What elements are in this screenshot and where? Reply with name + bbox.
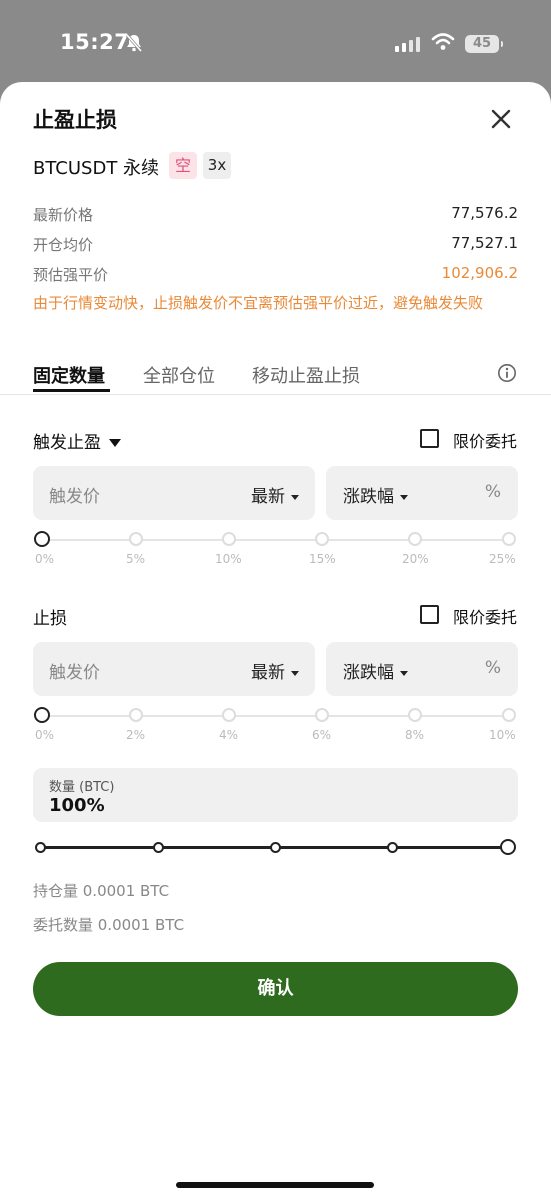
- slider-thumb[interactable]: [34, 707, 50, 723]
- slider-step[interactable]: [270, 842, 281, 853]
- sl-change-type-value: 涨跌幅: [343, 663, 394, 683]
- close-icon[interactable]: [488, 106, 514, 132]
- sl-price-type-select[interactable]: 最新: [251, 658, 299, 683]
- tp-trigger-placeholder: 触发价: [49, 487, 100, 507]
- wifi-icon: [431, 33, 455, 50]
- slider-tick-label: 4%: [219, 728, 239, 742]
- slider-step[interactable]: [315, 708, 329, 722]
- tab-trailing-tpsl[interactable]: 移动止盈止损: [252, 362, 360, 388]
- slider-step[interactable]: [222, 532, 236, 546]
- info-icon[interactable]: [497, 363, 517, 383]
- slider-track: [41, 539, 509, 541]
- liq-price-label: 预估强平价: [33, 266, 109, 284]
- slider-track: [41, 715, 509, 717]
- sl-limit-order-checkbox[interactable]: [420, 605, 439, 624]
- slider-tick-label: 2%: [126, 728, 146, 742]
- side-badge: 空: [169, 152, 197, 179]
- tp-percent-slider[interactable]: 0% 5% 10% 15% 20% 25%: [33, 530, 518, 566]
- slider-step[interactable]: [35, 842, 46, 853]
- sl-percent-unit: %: [484, 658, 501, 678]
- liq-price-value: 102,906.2: [441, 264, 518, 282]
- slider-tick-label: 20%: [402, 552, 429, 566]
- slider-thumb[interactable]: [34, 531, 50, 547]
- tp-trigger-price-input[interactable]: 触发价 最新: [33, 466, 315, 520]
- take-profit-dropdown[interactable]: 触发止盈: [33, 428, 121, 453]
- sl-trigger-price-input[interactable]: 触发价 最新: [33, 642, 315, 696]
- sl-percent-slider[interactable]: 0% 2% 4% 6% 8% 10%: [33, 706, 518, 742]
- stop-loss-label: 止损: [33, 609, 67, 629]
- tp-change-type-select[interactable]: 涨跌幅: [343, 482, 408, 507]
- entry-price-label: 开仓均价: [33, 236, 94, 254]
- tp-price-type-select[interactable]: 最新: [251, 482, 299, 507]
- quantity-input[interactable]: 数量 (BTC) 100%: [33, 768, 518, 822]
- tp-limit-order-checkbox[interactable]: [420, 429, 439, 448]
- status-time: 15:27: [60, 30, 130, 54]
- holding-quantity: 持仓量 0.0001 BTC: [33, 882, 170, 900]
- take-profit-label: 触发止盈: [33, 433, 101, 453]
- slider-tick-label: 5%: [126, 552, 146, 566]
- sl-change-type-select[interactable]: 涨跌幅: [343, 658, 408, 683]
- tp-change-percent-input[interactable]: 涨跌幅 %: [326, 466, 518, 520]
- sl-change-percent-input[interactable]: 涨跌幅 %: [326, 642, 518, 696]
- quantity-value: 100%: [49, 795, 105, 816]
- confirm-button[interactable]: 确认: [33, 962, 518, 1016]
- signal-icon: [395, 37, 420, 52]
- slider-step[interactable]: [408, 532, 422, 546]
- status-bar: 15:27 45: [0, 0, 551, 82]
- last-price-value: 77,576.2: [451, 204, 518, 222]
- last-price-label: 最新价格: [33, 206, 94, 224]
- quantity-label: 数量 (BTC): [49, 780, 115, 795]
- slider-thumb[interactable]: [500, 839, 516, 855]
- sl-limit-order-label: 限价委托: [453, 608, 518, 627]
- tp-change-type-value: 涨跌幅: [343, 487, 394, 507]
- tpsl-sheet: 止盈止损 BTCUSDT 永续 空 3x 最新价格 77,576.2 开仓均价 …: [0, 82, 551, 1200]
- active-tab-underline: [33, 389, 110, 392]
- contract-symbol: BTCUSDT 永续: [33, 158, 160, 179]
- leverage-badge: 3x: [203, 152, 231, 179]
- caret-down-icon: [400, 670, 408, 676]
- slider-step[interactable]: [129, 532, 143, 546]
- slider-tick-label: 0%: [35, 728, 55, 742]
- battery-indicator: 45: [465, 35, 503, 53]
- quantity-slider[interactable]: [33, 836, 518, 860]
- slider-step[interactable]: [408, 708, 422, 722]
- order-quantity: 委托数量 0.0001 BTC: [33, 916, 185, 934]
- bell-muted-icon: [125, 34, 143, 52]
- slider-step[interactable]: [315, 532, 329, 546]
- tab-all-positions[interactable]: 全部仓位: [143, 362, 215, 388]
- liq-warning-text: 由于行情变动快，止损触发价不宜离预估强平价过近，避免触发失败: [33, 294, 484, 312]
- sl-trigger-placeholder: 触发价: [49, 663, 100, 683]
- caret-down-icon: [109, 439, 121, 447]
- slider-tick-label: 8%: [405, 728, 425, 742]
- sheet-title: 止盈止损: [33, 108, 117, 132]
- slider-tick-label: 0%: [35, 552, 55, 566]
- tab-divider: [0, 394, 551, 395]
- slider-step[interactable]: [502, 532, 516, 546]
- slider-step[interactable]: [387, 842, 398, 853]
- sl-price-type-value: 最新: [251, 663, 285, 683]
- slider-step[interactable]: [222, 708, 236, 722]
- caret-down-icon: [291, 494, 299, 500]
- tp-percent-unit: %: [484, 482, 501, 502]
- tp-limit-order-label: 限价委托: [453, 432, 518, 451]
- entry-price-value: 77,527.1: [451, 234, 518, 252]
- slider-step[interactable]: [153, 842, 164, 853]
- tab-fixed-quantity[interactable]: 固定数量: [33, 362, 105, 388]
- slider-tick-label: 10%: [215, 552, 242, 566]
- home-indicator[interactable]: [176, 1182, 374, 1188]
- slider-tick-label: 6%: [312, 728, 332, 742]
- slider-tick-label: 10%: [489, 728, 516, 742]
- tp-price-type-value: 最新: [251, 487, 285, 507]
- caret-down-icon: [400, 494, 408, 500]
- slider-step[interactable]: [129, 708, 143, 722]
- slider-tick-label: 15%: [309, 552, 336, 566]
- caret-down-icon: [291, 670, 299, 676]
- slider-step[interactable]: [502, 708, 516, 722]
- slider-tick-label: 25%: [489, 552, 516, 566]
